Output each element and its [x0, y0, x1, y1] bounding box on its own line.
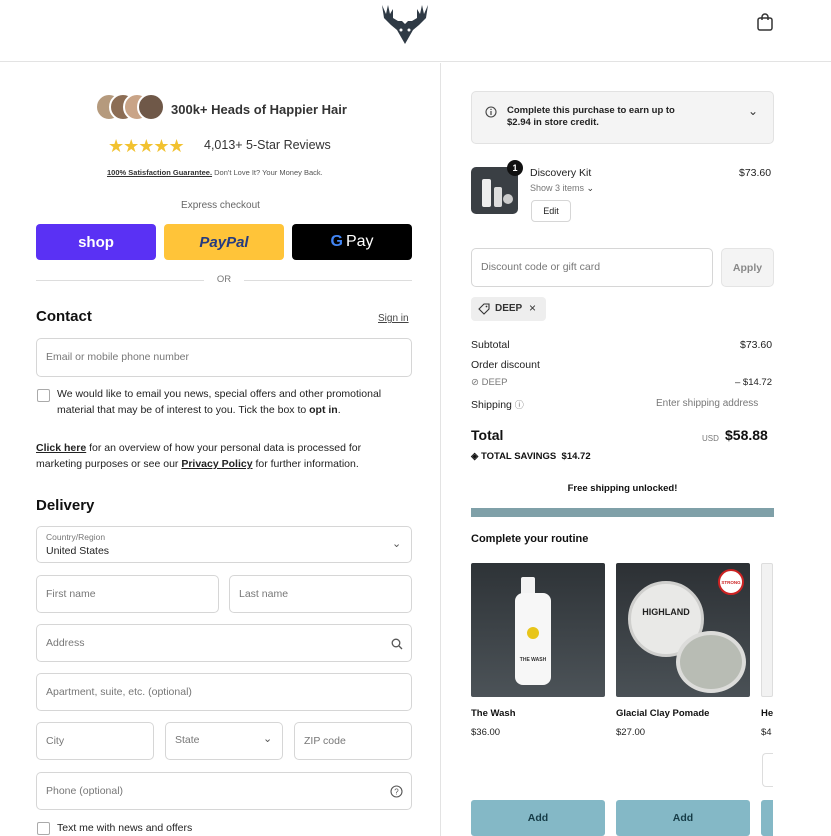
chevron-down-icon: ⌄: [263, 733, 273, 745]
free-shipping-progress: [471, 508, 774, 517]
paypal-button[interactable]: PayPal: [164, 224, 284, 260]
product-price: $36.00: [471, 727, 501, 738]
stag-logo[interactable]: [380, 0, 430, 48]
discount-value: – $14.72: [735, 377, 772, 388]
tag-icon: [478, 303, 490, 315]
google-pay-button[interactable]: G Pay: [292, 224, 412, 260]
applied-code: ⊘ DEEP: [471, 377, 508, 388]
product-name[interactable]: He: [761, 708, 773, 719]
total-label: Total: [471, 427, 504, 443]
review-count: 4,013+ 5-Star Reviews: [204, 138, 331, 152]
discount-tag: DEEP ×: [471, 297, 546, 321]
avatar: [137, 93, 165, 121]
help-icon[interactable]: ⓘ: [515, 400, 524, 410]
quantity-badge: 1: [507, 160, 523, 176]
shipping-value: Enter shipping address: [656, 398, 759, 409]
product-image-partial[interactable]: [761, 563, 773, 697]
apply-button[interactable]: Apply: [721, 248, 774, 287]
zip-field[interactable]: ZIP code: [294, 722, 412, 760]
svg-text:?: ?: [394, 788, 399, 797]
first-name-field[interactable]: First name: [36, 575, 219, 613]
sms-checkbox[interactable]: [37, 822, 50, 835]
routine-heading: Complete your routine: [471, 533, 589, 545]
strong-hold-badge: STRONG: [718, 569, 744, 595]
add-button-the-wash[interactable]: Add: [471, 800, 605, 836]
product-image-the-wash[interactable]: THE WASH: [471, 563, 605, 697]
shipping-label: Shipping ⓘ: [471, 399, 524, 411]
last-name-field[interactable]: Last name: [229, 575, 412, 613]
privacy-notice: Click here for an overview of how your p…: [36, 442, 362, 470]
click-here-link[interactable]: Click here: [36, 442, 86, 454]
help-icon[interactable]: ?: [390, 785, 403, 798]
email-field[interactable]: Email or mobile phone number: [36, 338, 412, 377]
sign-in-link[interactable]: Sign in: [378, 313, 409, 324]
total-savings: ◈ TOTAL SAVINGS $14.72: [471, 451, 591, 462]
privacy-policy-link[interactable]: Privacy Policy: [181, 458, 252, 470]
delivery-heading: Delivery: [36, 497, 95, 514]
store-credit-banner[interactable]: Complete this purchase to earn up to $2.9…: [471, 91, 774, 144]
subtotal-label: Subtotal: [471, 339, 510, 351]
total-value: $58.88: [725, 427, 768, 443]
shop-pay-button[interactable]: shop: [36, 224, 156, 260]
contact-heading: Contact: [36, 308, 92, 325]
customer-avatars: [95, 93, 165, 123]
add-button-pomade[interactable]: Add: [616, 800, 750, 836]
newsletter-text: We would like to email you news, special…: [57, 388, 382, 416]
social-proof-headline: 300k+ Heads of Happier Hair: [171, 102, 347, 117]
apartment-field[interactable]: Apartment, suite, etc. (optional): [36, 673, 412, 711]
bag-icon[interactable]: [756, 12, 774, 32]
google-g-icon: G: [330, 233, 343, 250]
or-divider: OR: [36, 274, 412, 286]
search-icon: [391, 638, 403, 650]
city-field[interactable]: City: [36, 722, 154, 760]
remove-discount-icon[interactable]: ×: [529, 301, 536, 315]
edit-button[interactable]: Edit: [531, 200, 571, 222]
order-summary-column: Complete this purchase to earn up to $2.9…: [442, 63, 831, 836]
product-name[interactable]: The Wash: [471, 708, 516, 719]
chevron-down-icon: ⌄: [748, 104, 759, 118]
tag-icon: ◈: [471, 451, 479, 462]
chevron-down-icon: ⌄: [392, 538, 402, 550]
product-price: $27.00: [616, 727, 646, 738]
rating-stars: ★★★★★: [108, 136, 185, 156]
newsletter-checkbox[interactable]: [37, 389, 50, 402]
country-select[interactable]: Country/Region United States ⌄: [36, 526, 412, 563]
guarantee-text: 100% Satisfaction Guarantee. Don't Love …: [107, 168, 323, 177]
phone-field[interactable]: Phone (optional) ?: [36, 772, 412, 810]
show-items-toggle[interactable]: Show 3 items ⌄: [530, 183, 594, 194]
item-name: Discovery Kit: [530, 167, 592, 179]
address-field[interactable]: Address: [36, 624, 412, 662]
variant-select-partial[interactable]: [762, 753, 773, 787]
discount-code-field[interactable]: Discount code or gift card: [471, 248, 713, 287]
currency-code: USD: [702, 434, 719, 443]
express-checkout-label: Express checkout: [181, 200, 260, 211]
subtotal-value: $73.60: [740, 339, 773, 351]
free-shipping-message: Free shipping unlocked!: [567, 483, 678, 494]
product-name[interactable]: Glacial Clay Pomade: [616, 708, 709, 719]
sms-opt-label: Text me with news and offers: [57, 822, 193, 834]
state-select[interactable]: State ⌄: [165, 722, 283, 760]
order-discount-label: Order discount: [471, 359, 540, 371]
product-image-glacial-clay-pomade[interactable]: HIGHLAND STRONG: [616, 563, 750, 697]
header: [0, 0, 831, 62]
info-icon: [485, 106, 497, 118]
item-price: $73.60: [739, 167, 772, 179]
add-button-partial[interactable]: [761, 800, 773, 836]
tag-icon: ⊘: [471, 377, 479, 388]
chevron-down-icon: ⌄: [586, 183, 595, 193]
product-price: $4: [761, 727, 772, 738]
checkout-form-column: 300k+ Heads of Happier Hair ★★★★★ 4,013+…: [0, 63, 441, 836]
